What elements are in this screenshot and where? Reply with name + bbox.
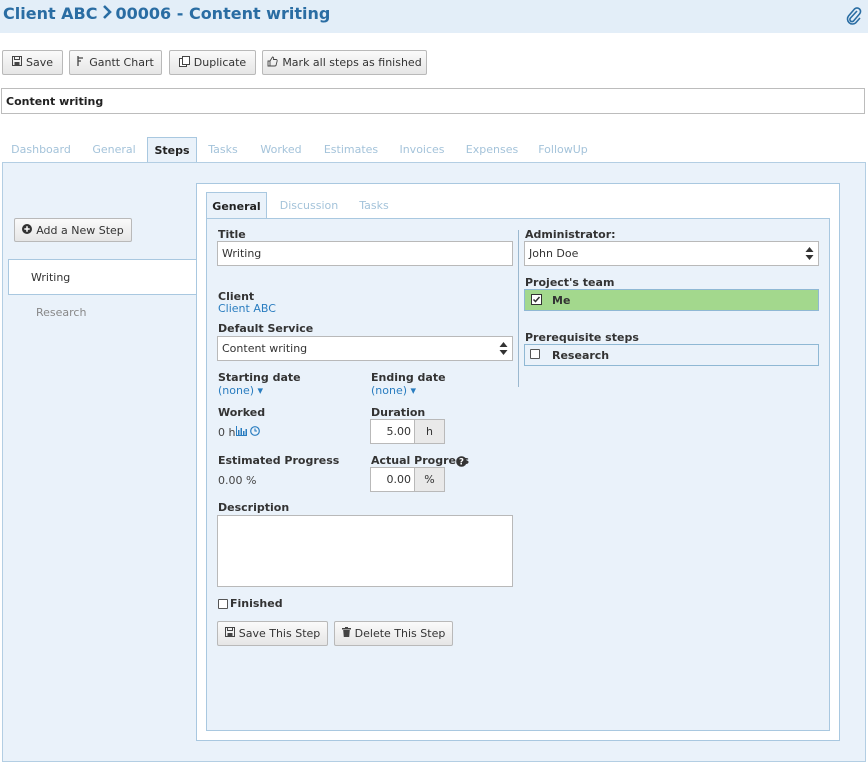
- administrator-value: John Doe: [529, 247, 579, 260]
- clock-icon[interactable]: [250, 426, 260, 439]
- description-label: Description: [218, 501, 290, 514]
- bar-chart-icon[interactable]: [236, 426, 247, 439]
- page-header: Client ABC 00006 - Content writing: [0, 0, 868, 33]
- prerequisite-row[interactable]: Research: [524, 344, 819, 366]
- actual-progress-input[interactable]: [370, 467, 415, 492]
- select-arrows-icon: [805, 246, 814, 261]
- tab-general[interactable]: General: [81, 137, 147, 163]
- save-button[interactable]: Save: [2, 50, 63, 75]
- project-team-label: Project's team: [525, 276, 615, 289]
- floppy-icon: [224, 627, 235, 640]
- step-tab-tasks[interactable]: Tasks: [352, 192, 396, 219]
- breadcrumb-client[interactable]: Client ABC: [3, 4, 98, 23]
- default-service-value: Content writing: [222, 342, 308, 355]
- duplicate-button[interactable]: Duplicate: [169, 50, 256, 75]
- plus-circle-icon: [22, 223, 33, 237]
- tab-estimates[interactable]: Estimates: [319, 137, 383, 163]
- tab-followup[interactable]: FollowUp: [532, 137, 594, 163]
- administrator-select[interactable]: John Doe: [524, 241, 819, 266]
- tab-invoices[interactable]: Invoices: [394, 137, 450, 163]
- ending-date-picker[interactable]: (none) ▾: [371, 384, 416, 397]
- mark-all-finished-button[interactable]: Mark all steps as finished: [262, 50, 427, 75]
- step-tab-discussion[interactable]: Discussion: [274, 192, 344, 219]
- delete-step-button[interactable]: Delete This Step: [334, 621, 453, 646]
- tab-steps[interactable]: Steps: [147, 137, 197, 164]
- question-circle-icon[interactable]: ?: [456, 456, 467, 470]
- tab-tasks[interactable]: Tasks: [198, 137, 248, 163]
- default-service-label: Default Service: [218, 322, 314, 335]
- trash-icon: [341, 627, 351, 640]
- step-tab-general[interactable]: General: [206, 192, 267, 219]
- project-name-input[interactable]: [1, 88, 865, 114]
- caret-down-icon: ▾: [407, 384, 417, 397]
- add-new-step-label: Add a New Step: [36, 223, 124, 237]
- administrator-label: Administrator:: [525, 228, 616, 241]
- title-label: Title: [218, 228, 246, 241]
- save-step-label: Save This Step: [238, 627, 321, 640]
- save-step-button[interactable]: Save This Step: [217, 621, 328, 646]
- prerequisite-name: Research: [552, 349, 610, 362]
- checked-checkbox-icon[interactable]: [531, 294, 542, 308]
- description-textarea[interactable]: [217, 515, 513, 587]
- estimated-progress-label: Estimated Progress: [218, 454, 340, 467]
- duration-label: Duration: [371, 406, 426, 419]
- team-member-name: Me: [552, 294, 571, 307]
- tab-expenses[interactable]: Expenses: [460, 137, 524, 163]
- prerequisite-steps-label: Prerequisite steps: [525, 331, 639, 344]
- ending-date-value: (none): [371, 384, 408, 397]
- mark-all-finished-label: Mark all steps as finished: [282, 56, 422, 69]
- save-button-label: Save: [25, 56, 53, 69]
- chevron-right-icon: [102, 4, 112, 23]
- caret-down-icon: ▾: [254, 384, 264, 397]
- duplicate-label: Duplicate: [193, 56, 247, 69]
- gantt-chart-label: Gantt Chart: [89, 56, 154, 69]
- worked-label: Worked: [218, 406, 266, 419]
- client-link[interactable]: Client ABC: [218, 302, 276, 315]
- starting-date-picker[interactable]: (none) ▾: [218, 384, 263, 397]
- copy-icon: [178, 55, 190, 70]
- floppy-icon: [11, 56, 22, 69]
- default-service-select[interactable]: Content writing: [217, 336, 513, 361]
- ending-date-label: Ending date: [371, 371, 446, 384]
- step-item-writing[interactable]: Writing: [8, 259, 198, 295]
- team-member-row[interactable]: Me: [524, 289, 819, 311]
- duration-unit: h: [414, 419, 445, 444]
- duration-input[interactable]: [370, 419, 415, 444]
- starting-date-value: (none): [218, 384, 255, 397]
- estimated-progress-value: 0.00 %: [218, 474, 257, 487]
- finished-checkbox[interactable]: [218, 599, 228, 609]
- actual-progress-unit: %: [414, 467, 445, 492]
- starting-date-label: Starting date: [218, 371, 301, 384]
- actual-progress-label: Actual Progress: [371, 454, 470, 467]
- breadcrumb-project: 00006 - Content writing: [115, 4, 331, 23]
- worked-value: 0 h: [218, 426, 236, 439]
- column-divider: [518, 230, 519, 387]
- prerequisite-checkbox[interactable]: [530, 349, 540, 359]
- paperclip-icon[interactable]: [846, 6, 862, 26]
- thumbs-up-icon: [267, 56, 278, 70]
- gantt-chart-button[interactable]: Gantt Chart: [69, 50, 162, 75]
- add-new-step-button[interactable]: Add a New Step: [14, 218, 132, 242]
- gantt-icon: [77, 56, 85, 69]
- select-arrows-icon: [499, 341, 508, 356]
- delete-step-label: Delete This Step: [354, 627, 446, 640]
- finished-label: Finished: [230, 597, 283, 610]
- tab-dashboard[interactable]: Dashboard: [2, 137, 80, 163]
- tab-worked[interactable]: Worked: [254, 137, 308, 163]
- title-input[interactable]: [217, 241, 513, 266]
- breadcrumb: Client ABC 00006 - Content writing: [3, 4, 330, 23]
- step-item-research[interactable]: Research: [8, 294, 198, 330]
- svg-text:?: ?: [459, 458, 464, 467]
